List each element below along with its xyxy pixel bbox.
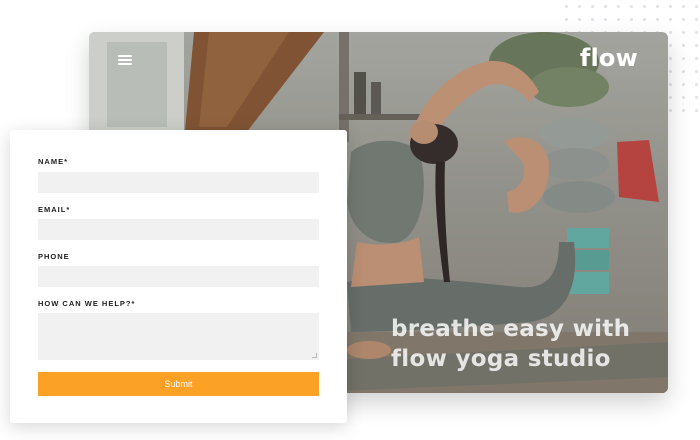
tagline-line-1: breathe easy with xyxy=(391,316,631,342)
name-label: NAME* xyxy=(38,157,69,166)
email-label: EMAIL* xyxy=(38,205,71,214)
hamburger-menu-icon[interactable] xyxy=(118,55,132,65)
phone-label: PHONE xyxy=(38,252,70,261)
help-label: HOW CAN WE HELP?* xyxy=(38,299,136,308)
phone-field[interactable] xyxy=(38,266,319,287)
email-field[interactable] xyxy=(38,219,319,240)
help-textarea[interactable] xyxy=(38,313,319,360)
contact-form: NAME* EMAIL* PHONE HOW CAN WE HELP?* Sub… xyxy=(10,130,347,423)
resize-grip-icon[interactable] xyxy=(312,353,317,358)
submit-button[interactable]: Submit xyxy=(38,372,319,396)
brand-logo[interactable]: flow xyxy=(580,44,638,72)
name-field[interactable] xyxy=(38,172,319,193)
tagline-line-2: flow yoga studio xyxy=(391,346,611,372)
landing-page: flow breathe easy with flow yoga studio … xyxy=(0,0,700,440)
hero-tagline: breathe easy with flow yoga studio xyxy=(391,314,630,374)
